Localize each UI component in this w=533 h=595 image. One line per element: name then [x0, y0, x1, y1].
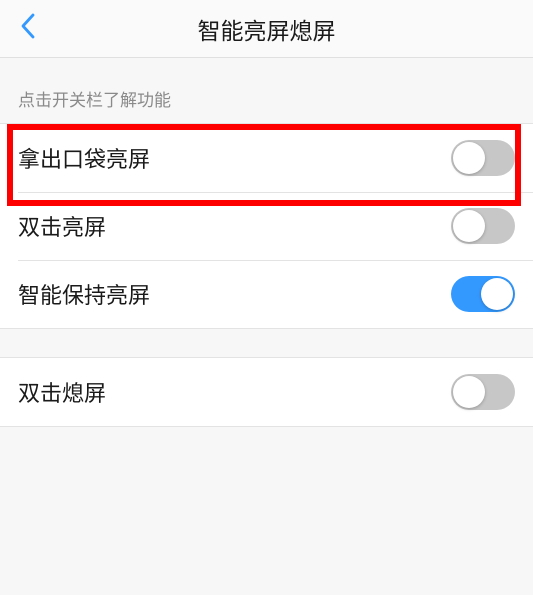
setting-smart-keep-screen[interactable]: 智能保持亮屏	[0, 260, 533, 328]
toggle-smart-keep-screen[interactable]	[451, 276, 515, 312]
toggle-knob	[453, 376, 485, 408]
setting-pocket-wake[interactable]: 拿出口袋亮屏	[0, 124, 533, 192]
toggle-pocket-wake[interactable]	[451, 140, 515, 176]
toggle-knob	[453, 210, 485, 242]
chevron-left-icon	[20, 13, 35, 44]
spacer	[0, 329, 533, 357]
toggle-double-tap-wake[interactable]	[451, 208, 515, 244]
setting-double-tap-wake[interactable]: 双击亮屏	[0, 192, 533, 260]
settings-group-1: 拿出口袋亮屏 双击亮屏 智能保持亮屏	[0, 123, 533, 329]
header: 智能亮屏熄屏	[0, 0, 533, 58]
setting-label: 双击熄屏	[18, 376, 106, 408]
back-button[interactable]	[12, 14, 42, 44]
setting-label: 拿出口袋亮屏	[18, 142, 150, 174]
toggle-double-tap-sleep[interactable]	[451, 374, 515, 410]
toggle-knob	[453, 142, 485, 174]
setting-double-tap-sleep[interactable]: 双击熄屏	[0, 358, 533, 426]
page-title: 智能亮屏熄屏	[0, 12, 533, 46]
section-hint: 点击开关栏了解功能	[0, 58, 533, 123]
setting-label: 智能保持亮屏	[18, 278, 150, 310]
setting-label: 双击亮屏	[18, 210, 106, 242]
settings-group-2: 双击熄屏	[0, 357, 533, 427]
toggle-knob	[481, 278, 513, 310]
